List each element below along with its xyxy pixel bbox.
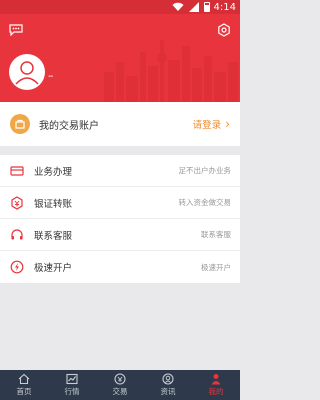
battery-icon: [203, 2, 210, 12]
status-icons: 4:14: [172, 0, 236, 14]
profile-header: –: [0, 14, 240, 102]
status-time: 4:14: [213, 1, 236, 13]
menu-item-transfer[interactable]: 银证转账 转入资金做交易: [0, 187, 240, 219]
menu-description: 极速开户: [201, 262, 231, 272]
user-name: –: [48, 69, 54, 82]
card-icon: [10, 165, 24, 176]
trade-icon: [114, 373, 126, 385]
nav-tab-profile[interactable]: 我的: [192, 370, 240, 400]
news-icon: [162, 373, 174, 385]
nav-label: 首页: [16, 387, 32, 396]
wifi-icon: [172, 2, 184, 11]
menu-label: 联系客服: [34, 230, 73, 242]
menu-label: 银证转账: [34, 198, 73, 210]
menu-description: 足不出户办业务: [178, 166, 232, 175]
menu-description: 联系客服: [201, 230, 231, 239]
status-bar: 4:14: [0, 0, 240, 14]
nav-label: 我的: [208, 387, 224, 396]
profile-icon: [211, 374, 221, 385]
menu-description: 转入资金做交易: [178, 198, 232, 207]
nav-tab-market[interactable]: 行情: [48, 370, 96, 400]
avatar[interactable]: [9, 54, 45, 90]
nav-label: 行情: [64, 387, 80, 396]
wallet-icon: [10, 114, 30, 134]
menu-label: 极速开户: [34, 263, 73, 274]
trading-account-row[interactable]: 我的交易账户 请登录 ›: [0, 102, 240, 146]
menu-item-business[interactable]: 业务办理 足不出户办业务: [0, 155, 240, 187]
transfer-icon: [11, 195, 23, 210]
city-skyline-graphic: [104, 40, 238, 102]
avatar-icon: [15, 61, 39, 85]
nav-tab-trade[interactable]: 交易: [96, 370, 144, 400]
chart-icon: [66, 373, 78, 385]
nav-label: 资讯: [160, 387, 176, 396]
headset-icon: [11, 228, 23, 239]
nav-label: 交易: [112, 387, 128, 396]
menu-item-customer-service[interactable]: 联系客服 联系客服: [0, 219, 240, 251]
service-menu: 业务办理 足不出户办业务 银证转账 转入资金做交易 联系客服 联系客服 极速开户…: [0, 155, 240, 283]
lightning-icon: [10, 260, 24, 274]
menu-label: 业务办理: [34, 166, 73, 178]
login-link[interactable]: 请登录: [193, 117, 222, 131]
home-icon: [18, 373, 30, 385]
account-label: 我的交易账户: [39, 120, 99, 132]
signal-icon: [188, 2, 199, 12]
bottom-navigation: 首页 行情 交易 资讯 我的: [0, 370, 240, 400]
message-icon[interactable]: [9, 24, 23, 36]
menu-item-quick-account[interactable]: 极速开户 极速开户: [0, 251, 240, 283]
nav-tab-home[interactable]: 首页: [0, 370, 48, 400]
settings-icon[interactable]: [217, 23, 231, 37]
chevron-right-icon: ›: [225, 117, 230, 131]
nav-tab-news[interactable]: 资讯: [144, 370, 192, 400]
